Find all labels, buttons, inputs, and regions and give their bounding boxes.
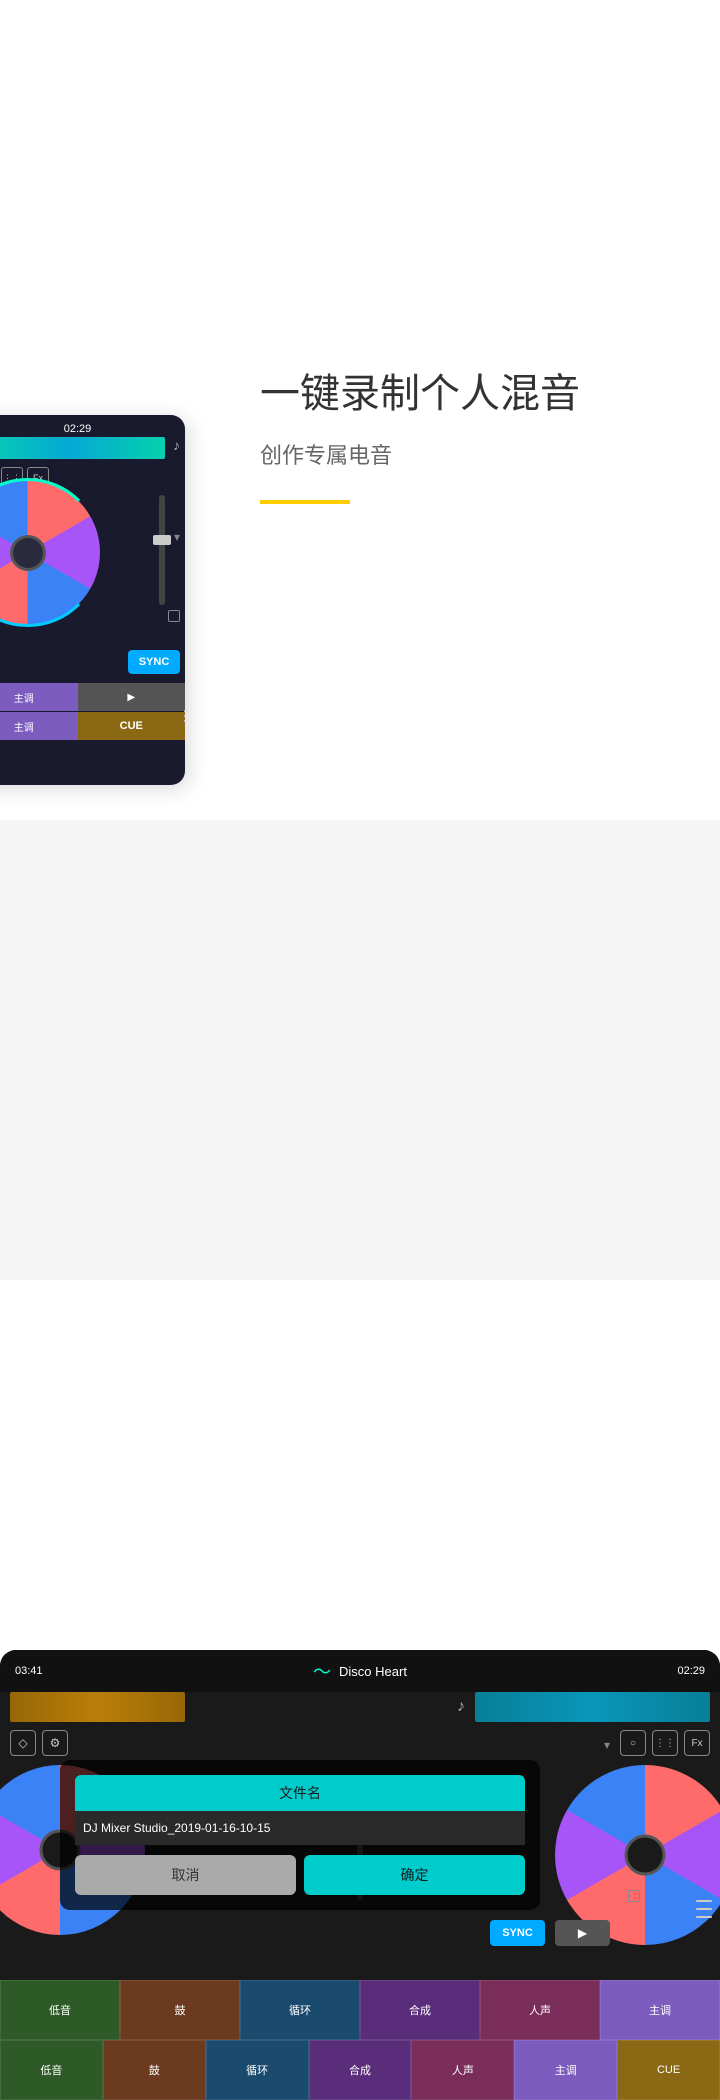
time-left-bottom: 03:41 <box>15 1665 43 1677</box>
fx-icon-right[interactable]: Fx <box>684 1730 710 1756</box>
pad-gu-2[interactable]: 鼓 <box>103 2040 206 2100</box>
time-right-bottom: 02:29 <box>677 1665 705 1677</box>
fader-track-top <box>159 495 165 605</box>
handle-line-1 <box>184 710 185 712</box>
waveform-top <box>0 437 165 459</box>
bottom-buttons-row1: 主调 ▶ <box>0 683 185 711</box>
tablet-top: 02:29 ♪ ⊙ ⋮⋮ Fx ▾ SYNC 主调 ▶ 主调 <box>0 415 185 785</box>
cancel-button[interactable]: 取消 <box>75 1855 296 1895</box>
vinyl-ring-top <box>0 478 102 627</box>
waveform-left-bottom <box>10 1692 185 1722</box>
arrow-right-icon: ▾ <box>174 530 180 544</box>
handle-lines-top <box>184 710 185 722</box>
pad-rensheng-1[interactable]: 人声 <box>480 1980 600 2040</box>
vinyl-right-bottom[interactable] <box>555 1765 720 1945</box>
tablet-bottom-inner: 03:41 〜 Disco Heart 02:29 ♪ ◇ ⚙ ○ ⋮⋮ Fx <box>0 1650 720 2100</box>
pad-xunhuan-2[interactable]: 循环 <box>206 2040 309 2100</box>
info-center: 〜 Disco Heart <box>313 1658 407 1684</box>
loop-icon-right[interactable]: ○ <box>620 1730 646 1756</box>
dialog-buttons: 取消 确定 <box>75 1855 525 1895</box>
eq-icon-right[interactable]: ⋮⋮ <box>652 1730 678 1756</box>
time-display-top: 02:29 <box>0 423 185 435</box>
pad-diyin-2[interactable]: 低音 <box>0 2040 103 2100</box>
cue-button-top[interactable]: CUE <box>78 712 186 740</box>
music-note-right-icon: ♪ <box>457 1698 465 1716</box>
small-square-top <box>168 610 180 622</box>
pad-xunhuan-1[interactable]: 循环 <box>240 1980 360 2040</box>
bottom-section: 03:41 〜 Disco Heart 02:29 ♪ ◇ ⚙ ○ ⋮⋮ Fx <box>0 820 720 1280</box>
pad-zhudiao-1[interactable]: 主调 <box>600 1980 720 2040</box>
pad-rows: 低音 鼓 循环 合成 人声 主调 低音 鼓 循环 合成 人声 主调 CUE <box>0 1980 720 2100</box>
play-button-top[interactable]: ▶ <box>78 683 186 711</box>
arrow-down-icon: ▾ <box>604 1738 610 1752</box>
handle-lines-bottom <box>696 1900 712 1918</box>
small-square-bottom <box>628 1890 640 1902</box>
music-note-icon: ♪ <box>173 437 180 453</box>
waveform-right-bottom <box>475 1692 710 1722</box>
sync-button-bottom[interactable]: SYNC <box>490 1920 545 1946</box>
pad-row-2: 低音 鼓 循环 合成 人声 主调 CUE <box>0 2040 720 2100</box>
filename-input[interactable] <box>75 1811 525 1845</box>
play-button-bottom[interactable]: ▶ <box>555 1920 610 1946</box>
pad-hecheng-2[interactable]: 合成 <box>309 2040 412 2100</box>
icons-row-right: ○ ⋮⋮ Fx <box>620 1730 710 1756</box>
dialog-title: 文件名 <box>75 1775 525 1811</box>
zhudiao-button-2[interactable]: 主调 <box>0 712 78 740</box>
diamond-icon[interactable]: ◇ <box>10 1730 36 1756</box>
hero-accent-line <box>260 500 350 504</box>
handle-line-b2 <box>696 1908 712 1910</box>
top-section: 一键录制个人混音 创作专属电音 02:29 ♪ ⊙ ⋮⋮ Fx ▾ SYNC <box>0 0 720 810</box>
pad-diyin-1[interactable]: 低音 <box>0 1980 120 2040</box>
handle-line-b1 <box>696 1900 712 1902</box>
heartbeat-icon: 〜 <box>313 1658 331 1684</box>
gear-icon[interactable]: ⚙ <box>42 1730 68 1756</box>
pad-zhudiao-2[interactable]: 主调 <box>514 2040 617 2100</box>
handle-line-2 <box>184 715 185 717</box>
pad-hecheng-1[interactable]: 合成 <box>360 1980 480 2040</box>
sync-button-top[interactable]: SYNC <box>128 650 180 674</box>
save-dialog: 文件名 取消 确定 <box>60 1760 540 1910</box>
hero-title: 一键录制个人混音 <box>260 370 710 418</box>
icons-row2: ◇ ⚙ <box>10 1730 68 1756</box>
cue-button-bottom[interactable]: CUE <box>617 2040 720 2100</box>
pad-row-1: 低音 鼓 循环 合成 人声 主调 <box>0 1980 720 2040</box>
info-bar: 03:41 〜 Disco Heart 02:29 <box>0 1650 720 1692</box>
pad-rensheng-2[interactable]: 人声 <box>411 2040 514 2100</box>
handle-line-b3 <box>696 1916 712 1918</box>
pad-gu-1[interactable]: 鼓 <box>120 1980 240 2040</box>
tablet-bottom: 03:41 〜 Disco Heart 02:29 ♪ ◇ ⚙ ○ ⋮⋮ Fx <box>0 1650 720 2100</box>
zhudiao-button-1[interactable]: 主调 <box>0 683 78 711</box>
bottom-buttons-row2: 主调 CUE <box>0 712 185 740</box>
confirm-button[interactable]: 确定 <box>304 1855 525 1895</box>
fader-handle-top[interactable] <box>153 535 171 545</box>
hero-text-area: 一键录制个人混音 创作专属电音 <box>260 370 710 504</box>
track-name: Disco Heart <box>339 1664 407 1679</box>
tablet-top-screen: 02:29 ♪ ⊙ ⋮⋮ Fx ▾ SYNC 主调 ▶ 主调 <box>0 415 185 785</box>
handle-line-3 <box>184 720 185 722</box>
hero-subtitle: 创作专属电音 <box>260 438 710 470</box>
